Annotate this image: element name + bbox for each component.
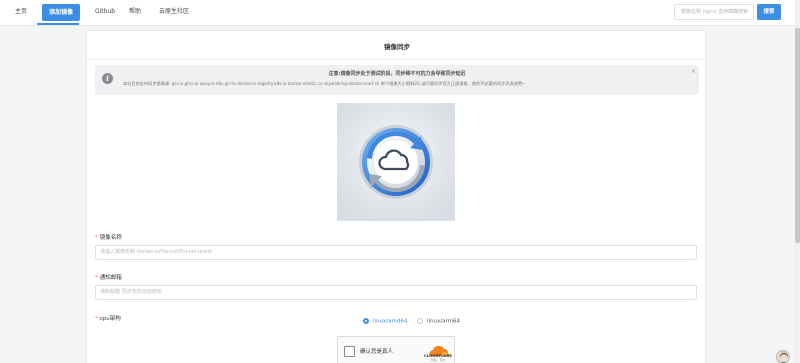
search-button[interactable]: 搜索 — [757, 4, 781, 20]
alert-description: 本站目前支持同步镜像源: gcr.io ghcr.io quay.io k8s.… — [123, 81, 526, 86]
user-avatar-icon — [777, 352, 789, 363]
radio-linux-arm64[interactable]: linux/arm64 — [417, 318, 460, 325]
alert-title: 注意:镜像同步处于测试阶段，同步稀不可抗力会导致同步延迟 — [328, 71, 466, 77]
image-name-input[interactable]: 请输入镜像名称 docker.io/flannel/flannel:latest — [95, 245, 697, 260]
radio-dot — [363, 318, 369, 324]
nav-item-github[interactable]: Github — [90, 0, 120, 24]
cloud-sync-icon — [337, 103, 455, 221]
human-verify-label: 确认您是真人 — [360, 349, 394, 355]
avatar[interactable] — [776, 350, 790, 363]
top-navbar: 主页 添加镜像 Github 帮助 云原生社区 镜像名称 nginx 支持模糊搜… — [0, 0, 800, 26]
nav-item-add-image[interactable]: 添加镜像 — [42, 4, 80, 21]
email-input[interactable]: 通知邮箱 同步完成自动通知 — [95, 285, 697, 300]
image-name-label: * 镜像名称 — [95, 235, 122, 241]
cloudflare-turnstile-widget: 确认您是真人 CLOUDFLARE 隐私 · 条款 — [337, 336, 455, 363]
page-scrollbar-thumb[interactable] — [795, 28, 800, 243]
page-title: 镜像同步 — [384, 43, 410, 51]
sync-logo-image — [337, 103, 455, 221]
radio-linux-amd64[interactable]: linux/amd64 — [363, 318, 407, 325]
cpu-arch-label: * cpu架构 — [95, 316, 121, 322]
radio-dot — [417, 318, 423, 324]
nav-item-home[interactable]: 主页 — [8, 0, 34, 24]
nav-active-indicator — [37, 23, 79, 25]
divider — [87, 59, 707, 60]
cloudflare-links[interactable]: 隐私 · 条款 — [424, 358, 452, 362]
nav-item-help[interactable]: 帮助 — [124, 0, 146, 24]
email-label: * 通知邮箱 — [95, 275, 122, 281]
sync-form-card: 镜像同步 i 注意:镜像同步处于测试阶段，同步稀不可抗力会导致同步延迟 本站目前… — [86, 30, 707, 363]
human-verify-checkbox[interactable] — [344, 346, 355, 357]
nav-item-cloud-native-community[interactable]: 云原生社区 — [152, 0, 196, 24]
notice-alert: i 注意:镜像同步处于测试阶段，同步稀不可抗力会导致同步延迟 本站目前支持同步镜… — [95, 65, 699, 95]
search-input[interactable]: 镜像名称 nginx 支持模糊搜索 — [674, 4, 754, 20]
close-icon[interactable]: × — [691, 68, 696, 75]
